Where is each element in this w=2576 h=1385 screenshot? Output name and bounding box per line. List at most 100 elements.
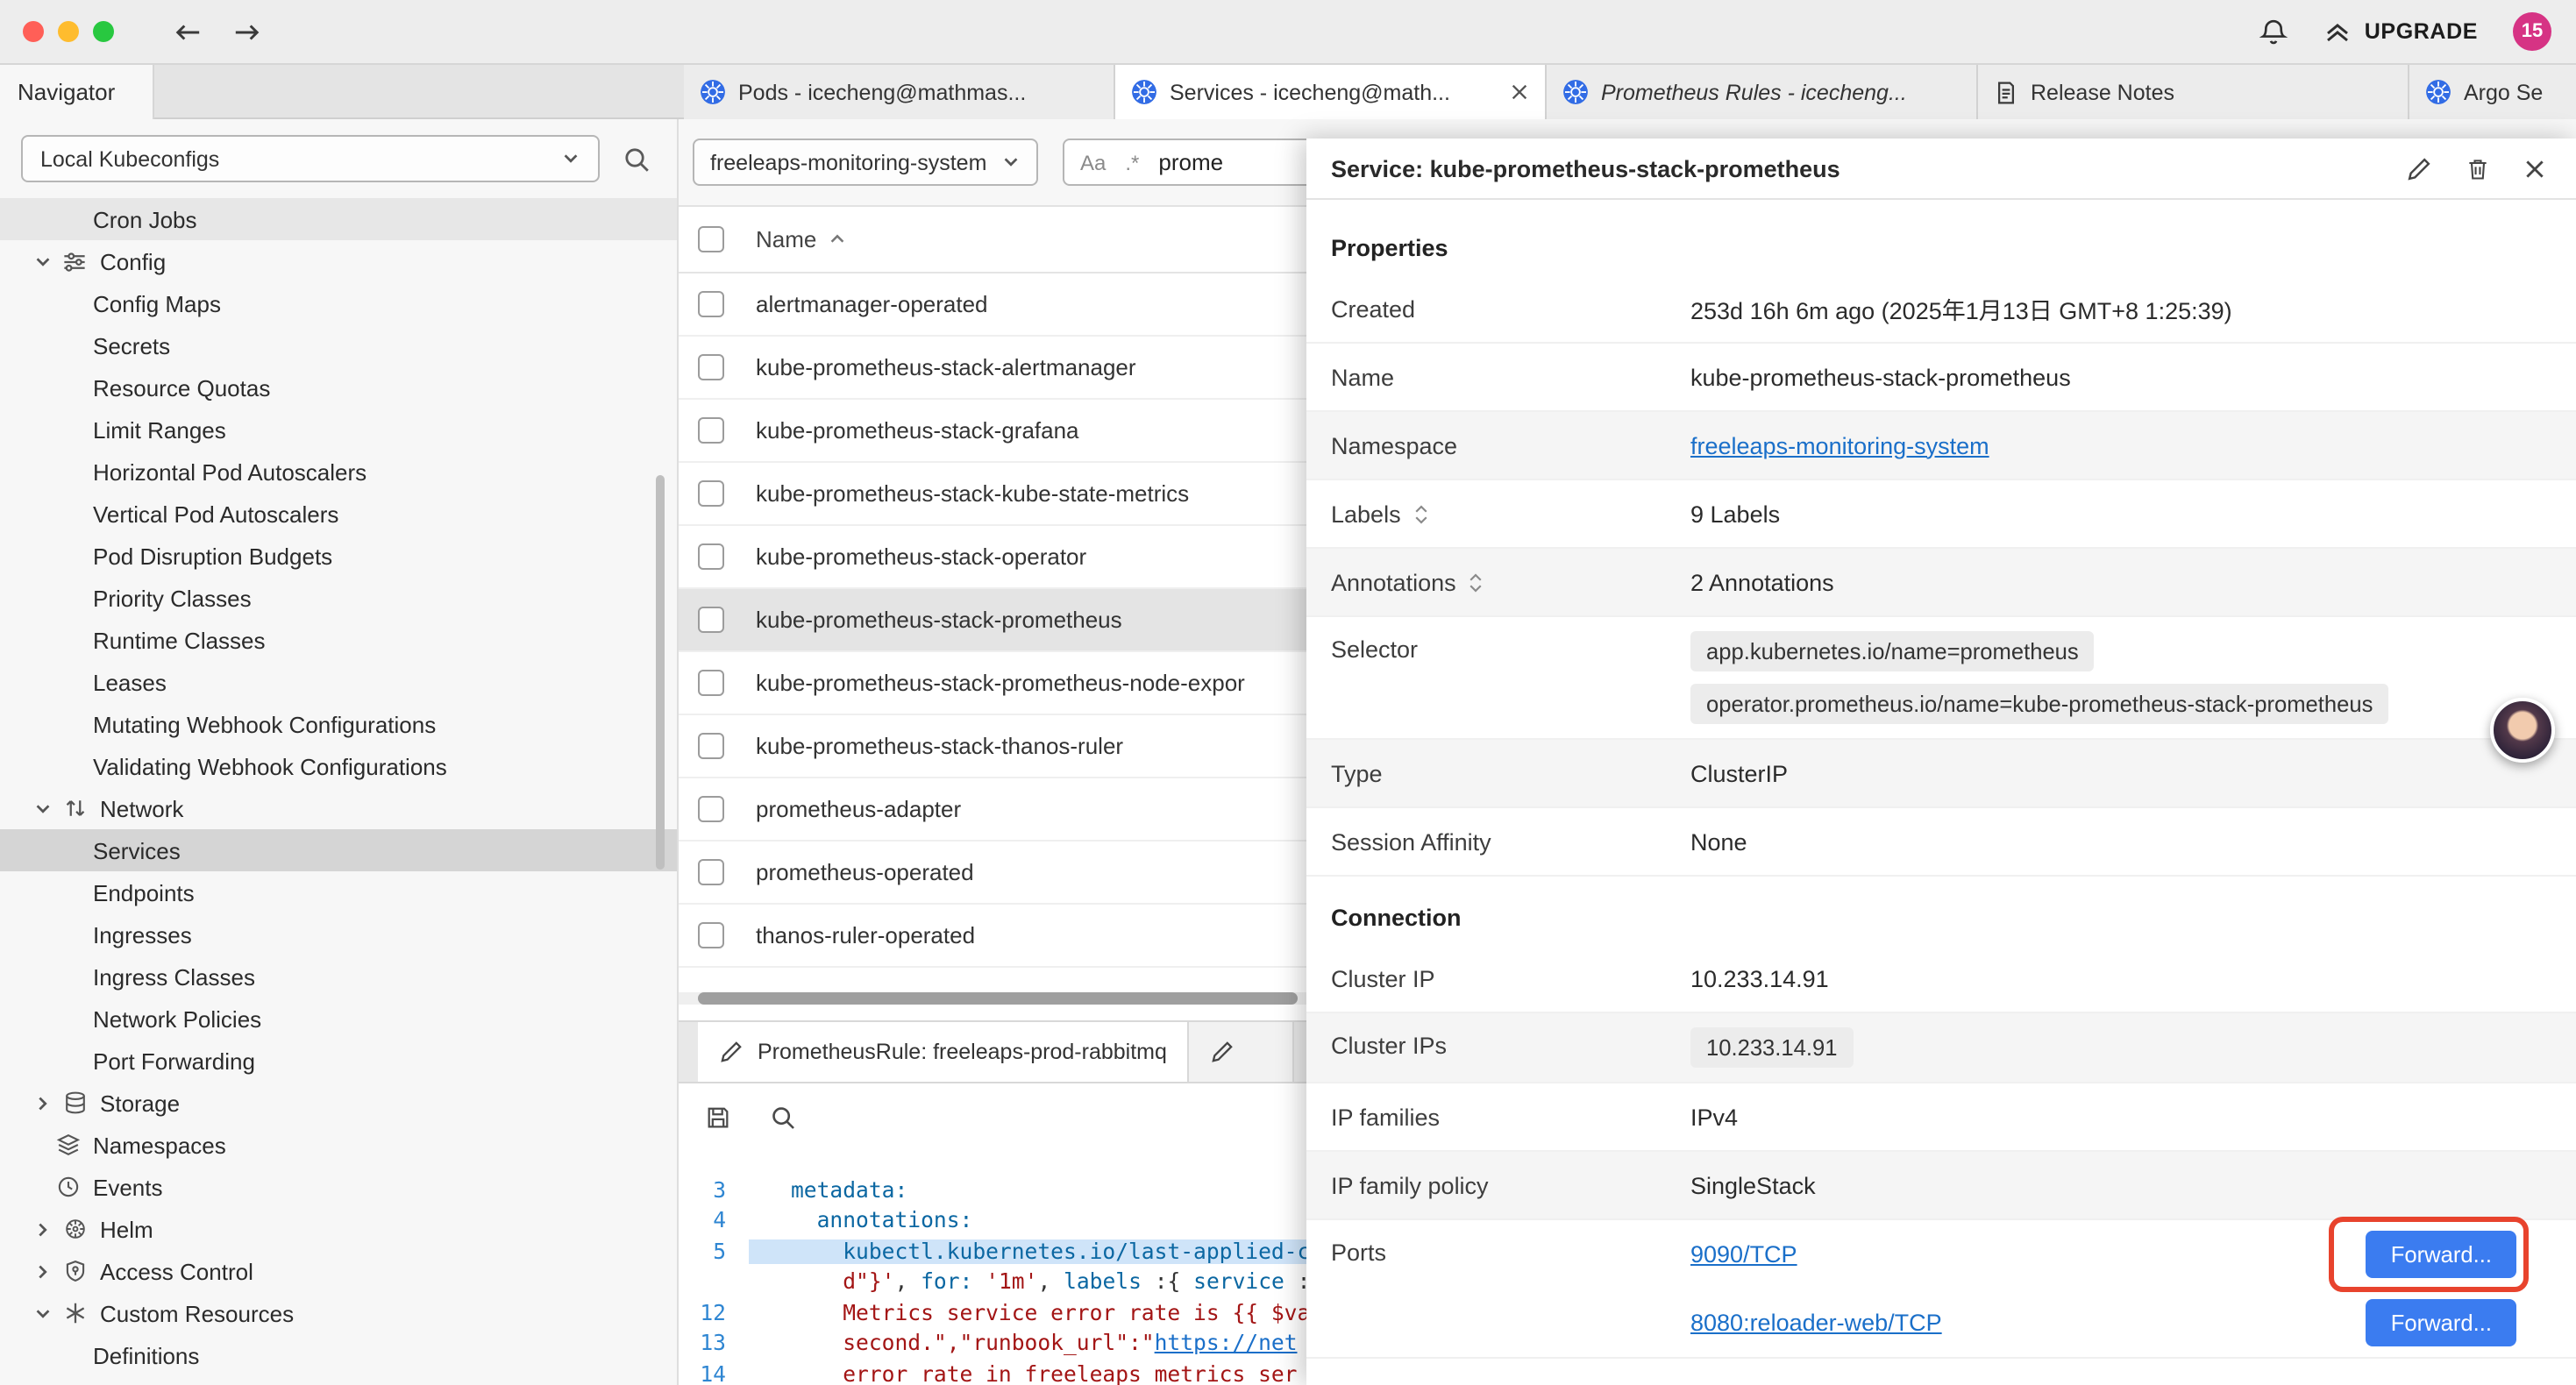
sidebar-item-storage[interactable]: Storage <box>0 1082 677 1124</box>
minimize-window-button[interactable] <box>58 21 79 42</box>
forward-button[interactable]: Forward... <box>2366 1231 2516 1278</box>
sidebar-item-runtime-classes[interactable]: Runtime Classes <box>0 619 677 661</box>
tab-argo-se[interactable]: Argo Se <box>2409 65 2576 119</box>
match-case-toggle[interactable]: Aa <box>1080 150 1106 174</box>
sidebar-item-helm[interactable]: Helm <box>0 1208 677 1250</box>
close-window-button[interactable] <box>23 21 44 42</box>
sidebar-item-services[interactable]: Services <box>0 829 677 871</box>
row-checkbox[interactable] <box>698 733 724 759</box>
kubeconfig-selector[interactable]: Local Kubeconfigs <box>21 135 600 182</box>
service-name: kube-prometheus-stack-prometheus <box>756 607 1122 633</box>
regex-toggle[interactable]: .* <box>1125 150 1139 174</box>
helm-icon <box>60 1217 89 1241</box>
row-checkbox[interactable] <box>698 480 724 507</box>
row-checkbox[interactable] <box>698 670 724 696</box>
namespace-link[interactable]: freeleaps-monitoring-system <box>1690 432 1989 458</box>
edit-icon[interactable] <box>2406 155 2432 181</box>
row-checkbox[interactable] <box>698 354 724 380</box>
sidebar-item-network[interactable]: Network <box>0 787 677 829</box>
horizontal-scrollbar-thumb[interactable] <box>698 992 1298 1005</box>
name-column-header[interactable]: Name <box>756 226 816 252</box>
row-checkbox[interactable] <box>698 291 724 317</box>
notification-count-badge[interactable]: 15 <box>2513 12 2551 51</box>
chevron-down-icon[interactable] <box>32 252 54 271</box>
chevron-right-icon[interactable] <box>32 1261 54 1281</box>
sidebar-item-custom-resources[interactable]: Custom Resources <box>0 1292 677 1334</box>
chevron-down-icon <box>1001 153 1021 172</box>
select-all-checkbox[interactable] <box>698 226 724 252</box>
tab-services-icecheng-math[interactable]: Services - icecheng@math... <box>1115 65 1547 119</box>
sidebar-item-horizontal-pod-autoscalers[interactable]: Horizontal Pod Autoscalers <box>0 451 677 493</box>
row-checkbox[interactable] <box>698 607 724 633</box>
sidebar-item-endpoints[interactable]: Endpoints <box>0 871 677 913</box>
notifications-bell-icon[interactable] <box>2259 17 2289 46</box>
forward-button[interactable]: Forward... <box>2366 1299 2516 1346</box>
navigator-panel-tab[interactable]: Navigator <box>0 65 154 119</box>
sidebar-item-resource-quotas[interactable]: Resource Quotas <box>0 366 677 408</box>
editor-tab-partial[interactable] <box>1190 1022 1295 1082</box>
chevron-right-icon[interactable] <box>32 1093 54 1112</box>
sidebar-item-cron-jobs[interactable]: Cron Jobs <box>0 198 677 240</box>
namespace-filter-dropdown[interactable]: freeleaps-monitoring-system <box>693 138 1038 186</box>
forward-arrow-icon[interactable] <box>231 18 261 45</box>
sidebar-item-network-policies[interactable]: Network Policies <box>0 998 677 1040</box>
close-tab-icon[interactable] <box>1510 82 1529 102</box>
sidebar-item-validating-webhook-configurations[interactable]: Validating Webhook Configurations <box>0 745 677 787</box>
sidebar-item-config-maps[interactable]: Config Maps <box>0 282 677 324</box>
row-checkbox[interactable] <box>698 922 724 948</box>
sidebar-item-priority-classes[interactable]: Priority Classes <box>0 577 677 619</box>
sidebar-item-events[interactable]: Events <box>0 1166 677 1208</box>
search-input[interactable]: prome <box>1158 149 1223 175</box>
delete-trash-icon[interactable] <box>2466 155 2490 181</box>
sidebar-search-icon[interactable] <box>623 145 651 173</box>
sidebar-item-limit-ranges[interactable]: Limit Ranges <box>0 408 677 451</box>
back-arrow-icon[interactable] <box>174 18 203 45</box>
sidebar-scrollbar[interactable] <box>656 475 665 870</box>
chevron-right-icon[interactable] <box>32 1219 54 1239</box>
editor-search-icon[interactable] <box>770 1104 796 1130</box>
sidebar-item-ingress-classes[interactable]: Ingress Classes <box>0 955 677 998</box>
service-name: kube-prometheus-stack-alertmanager <box>756 354 1136 380</box>
sidebar-item-label: Namespaces <box>93 1132 226 1158</box>
sidebar-item-access-control[interactable]: Access Control <box>0 1250 677 1292</box>
port-link[interactable]: 8080:reloader-web/TCP <box>1690 1310 1942 1336</box>
editor-tab-prometheusrule[interactable]: PrometheusRule: freeleaps-prod-rabbitmq <box>698 1022 1190 1082</box>
sidebar-item-definitions[interactable]: Definitions <box>0 1334 677 1376</box>
zoom-window-button[interactable] <box>93 21 114 42</box>
chevron-down-icon[interactable] <box>32 1303 54 1323</box>
sidebar-item-port-forwarding[interactable]: Port Forwarding <box>0 1040 677 1082</box>
tab-release-notes[interactable]: Release Notes <box>1978 65 2409 119</box>
line-number: 5 <box>679 1239 749 1264</box>
kubernetes-icon <box>2425 79 2451 105</box>
service-name: kube-prometheus-stack-grafana <box>756 417 1079 444</box>
floating-avatar[interactable] <box>2490 698 2555 763</box>
sidebar-item-mutating-webhook-configurations[interactable]: Mutating Webhook Configurations <box>0 703 677 745</box>
tab-pods-icecheng-mathmas[interactable]: Pods - icecheng@mathmas... <box>684 65 1115 119</box>
expand-collapse-icon[interactable] <box>1413 502 1429 525</box>
close-icon[interactable] <box>2523 157 2546 180</box>
expand-collapse-icon[interactable] <box>1469 571 1484 593</box>
sidebar-item-secrets[interactable]: Secrets <box>0 324 677 366</box>
sidebar-item-ingresses[interactable]: Ingresses <box>0 913 677 955</box>
namespaces-icon <box>53 1133 82 1157</box>
window-controls <box>23 21 128 42</box>
save-icon[interactable] <box>705 1104 731 1130</box>
sidebar-item-vertical-pod-autoscalers[interactable]: Vertical Pod Autoscalers <box>0 493 677 535</box>
upgrade-button[interactable]: UPGRADE <box>2324 18 2478 46</box>
row-checkbox[interactable] <box>698 417 724 444</box>
tab-prometheus-rules-icecheng[interactable]: Prometheus Rules - icecheng... <box>1547 65 1978 119</box>
sidebar-item-pod-disruption-budgets[interactable]: Pod Disruption Budgets <box>0 535 677 577</box>
row-checkbox[interactable] <box>698 543 724 570</box>
sidebar-item-config[interactable]: Config <box>0 240 677 282</box>
sidebar-item-leases[interactable]: Leases <box>0 661 677 703</box>
sidebar-item-namespaces[interactable]: Namespaces <box>0 1124 677 1166</box>
row-checkbox[interactable] <box>698 859 724 885</box>
detail-row-selector: Selectorapp.kubernetes.io/name=prometheu… <box>1306 617 2576 740</box>
port-link[interactable]: 9090/TCP <box>1690 1241 1797 1268</box>
detail-label: Name <box>1331 364 1690 390</box>
sidebar-item-label: Leases <box>93 669 167 695</box>
sort-ascending-icon[interactable] <box>827 230 846 249</box>
chevron-down-icon[interactable] <box>32 799 54 818</box>
row-checkbox[interactable] <box>698 796 724 822</box>
detail-row-ip-family-policy: IP family policySingleStack <box>1306 1152 2576 1220</box>
